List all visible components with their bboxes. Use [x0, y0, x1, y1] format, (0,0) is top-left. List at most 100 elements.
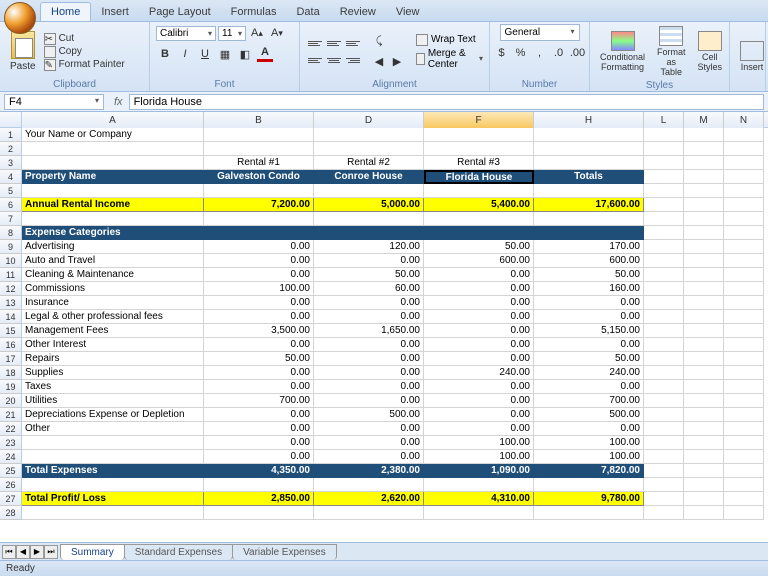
- cell[interactable]: [724, 198, 764, 212]
- cell[interactable]: 0.00: [424, 352, 534, 366]
- cell[interactable]: [684, 268, 724, 282]
- cell[interactable]: Florida House: [424, 170, 534, 184]
- cell[interactable]: Rental #1: [204, 156, 314, 170]
- row-header-19[interactable]: 19: [0, 380, 22, 394]
- cell[interactable]: [644, 142, 684, 156]
- cell[interactable]: 50.00: [534, 268, 644, 282]
- cell[interactable]: 0.00: [204, 436, 314, 450]
- currency-button[interactable]: $: [493, 44, 511, 62]
- row-header-10[interactable]: 10: [0, 254, 22, 268]
- cell[interactable]: [684, 436, 724, 450]
- cell[interactable]: 170.00: [534, 240, 644, 254]
- cell[interactable]: [644, 324, 684, 338]
- cell[interactable]: [724, 310, 764, 324]
- cell[interactable]: [644, 282, 684, 296]
- cell[interactable]: [204, 478, 314, 492]
- cell[interactable]: Commissions: [22, 282, 204, 296]
- cell[interactable]: [684, 450, 724, 464]
- cell[interactable]: [204, 184, 314, 198]
- fx-icon[interactable]: fx: [108, 96, 129, 108]
- cell[interactable]: [724, 464, 764, 478]
- cell[interactable]: [724, 380, 764, 394]
- cell[interactable]: [684, 408, 724, 422]
- cell[interactable]: Expense Categories: [22, 226, 204, 240]
- cell[interactable]: [684, 324, 724, 338]
- cell[interactable]: [204, 226, 314, 240]
- cell[interactable]: [684, 394, 724, 408]
- row-header-23[interactable]: 23: [0, 436, 22, 450]
- cell[interactable]: Total Expenses: [22, 464, 204, 478]
- cell[interactable]: Conroe House: [314, 170, 424, 184]
- row-header-6[interactable]: 6: [0, 198, 22, 212]
- cell[interactable]: [22, 506, 204, 520]
- cell[interactable]: [724, 254, 764, 268]
- cell[interactable]: 1,650.00: [314, 324, 424, 338]
- column-header-A[interactable]: A: [22, 112, 204, 128]
- cell[interactable]: [724, 212, 764, 226]
- cell[interactable]: 100.00: [424, 436, 534, 450]
- cell[interactable]: [684, 226, 724, 240]
- cell[interactable]: [204, 212, 314, 226]
- row-header-14[interactable]: 14: [0, 310, 22, 324]
- column-header-B[interactable]: B: [204, 112, 314, 128]
- cell[interactable]: [644, 128, 684, 142]
- decrease-decimal-button[interactable]: .00: [569, 44, 587, 62]
- row-header-11[interactable]: 11: [0, 268, 22, 282]
- orientation-button[interactable]: ⤹: [370, 33, 388, 51]
- cell[interactable]: [684, 478, 724, 492]
- spreadsheet-grid[interactable]: ABDFHLMN 1234567891011121314151617181920…: [0, 112, 768, 542]
- row-header-22[interactable]: 22: [0, 422, 22, 436]
- cell[interactable]: 0.00: [314, 296, 424, 310]
- cell[interactable]: 240.00: [534, 366, 644, 380]
- cell[interactable]: Property Name: [22, 170, 204, 184]
- cell[interactable]: Rental #2: [314, 156, 424, 170]
- ribbon-tab-formulas[interactable]: Formulas: [221, 3, 287, 21]
- cell[interactable]: [314, 212, 424, 226]
- cell[interactable]: [644, 310, 684, 324]
- row-header-7[interactable]: 7: [0, 212, 22, 226]
- cell[interactable]: 0.00: [534, 296, 644, 310]
- cell[interactable]: 0.00: [314, 352, 424, 366]
- cell[interactable]: 0.00: [534, 422, 644, 436]
- cell[interactable]: 0.00: [204, 268, 314, 282]
- cell[interactable]: [684, 212, 724, 226]
- cell[interactable]: Rental #3: [424, 156, 534, 170]
- cell[interactable]: 0.00: [314, 422, 424, 436]
- cell[interactable]: [644, 212, 684, 226]
- cell[interactable]: 2,850.00: [204, 492, 314, 506]
- cell[interactable]: Totals: [534, 170, 644, 184]
- cell[interactable]: [724, 338, 764, 352]
- cell[interactable]: [684, 310, 724, 324]
- ribbon-tab-insert[interactable]: Insert: [91, 3, 139, 21]
- cell[interactable]: [684, 198, 724, 212]
- cell[interactable]: [424, 184, 534, 198]
- cell[interactable]: [724, 450, 764, 464]
- cell[interactable]: [22, 212, 204, 226]
- cell[interactable]: [644, 450, 684, 464]
- cell[interactable]: [724, 282, 764, 296]
- ribbon-tab-page-layout[interactable]: Page Layout: [139, 3, 221, 21]
- cell[interactable]: 0.00: [204, 366, 314, 380]
- cell[interactable]: [644, 170, 684, 184]
- cell-styles-button[interactable]: Cell Styles: [694, 29, 727, 75]
- row-header-8[interactable]: 8: [0, 226, 22, 240]
- format-as-table-button[interactable]: Format as Table: [653, 24, 690, 80]
- row-header-12[interactable]: 12: [0, 282, 22, 296]
- cell[interactable]: [684, 128, 724, 142]
- column-header-D[interactable]: D: [314, 112, 424, 128]
- cell[interactable]: [684, 156, 724, 170]
- cell[interactable]: [724, 296, 764, 310]
- cell[interactable]: [724, 366, 764, 380]
- font-name-select[interactable]: Calibri▾: [156, 26, 216, 41]
- cell[interactable]: 4,310.00: [424, 492, 534, 506]
- cell[interactable]: [684, 380, 724, 394]
- cell[interactable]: Depreciations Expense or Depletion: [22, 408, 204, 422]
- cell[interactable]: 50.00: [314, 268, 424, 282]
- cell[interactable]: [644, 422, 684, 436]
- row-header-4[interactable]: 4: [0, 170, 22, 184]
- fill-color-button[interactable]: ◧: [236, 45, 254, 63]
- cell[interactable]: [684, 352, 724, 366]
- row-header-13[interactable]: 13: [0, 296, 22, 310]
- italic-button[interactable]: I: [176, 45, 194, 63]
- row-header-15[interactable]: 15: [0, 324, 22, 338]
